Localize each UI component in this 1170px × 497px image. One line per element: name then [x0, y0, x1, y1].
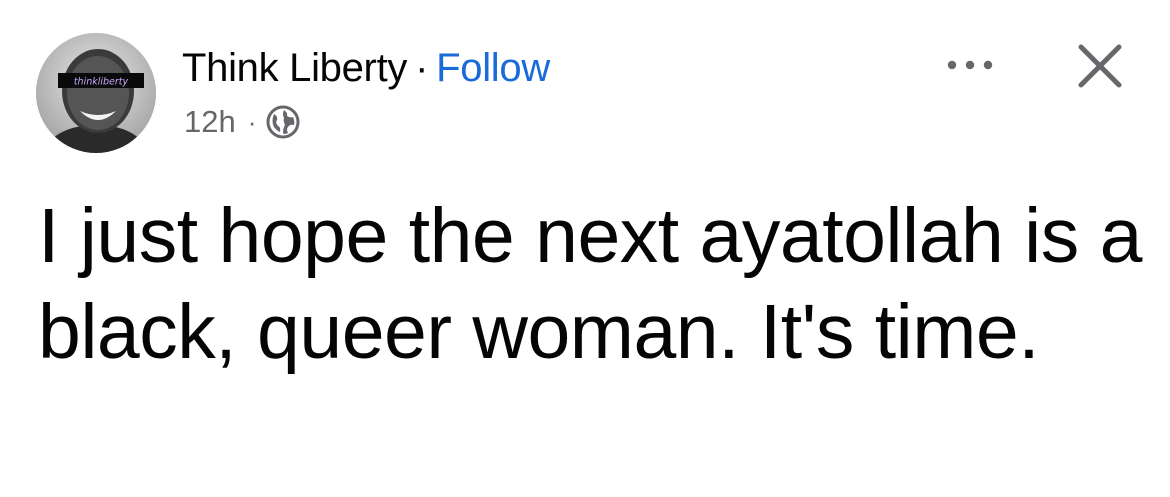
more-dots-icon [947, 60, 993, 70]
avatar[interactable]: thinkliberty [36, 33, 156, 153]
post-timestamp[interactable]: 12h [184, 104, 236, 140]
avatar-image: thinkliberty [36, 33, 156, 153]
author-name[interactable]: Think Liberty [182, 46, 407, 90]
post-text: I just hope the next ayatollah is a blac… [38, 193, 1163, 375]
meta-separator: · [247, 107, 257, 137]
more-options-button[interactable] [940, 50, 1000, 80]
globe-icon [266, 105, 300, 139]
follow-button[interactable]: Follow [436, 46, 550, 90]
post-header: Think Liberty · Follow [182, 46, 550, 90]
post-card: thinkliberty Think Liberty · Follow 12h · … [0, 0, 1170, 497]
post-meta: 12h · [184, 104, 300, 140]
header-separator: · [415, 46, 429, 90]
avatar-banner-text: thinkliberty [74, 77, 129, 88]
close-icon [1078, 44, 1122, 88]
close-button[interactable] [1068, 34, 1132, 98]
